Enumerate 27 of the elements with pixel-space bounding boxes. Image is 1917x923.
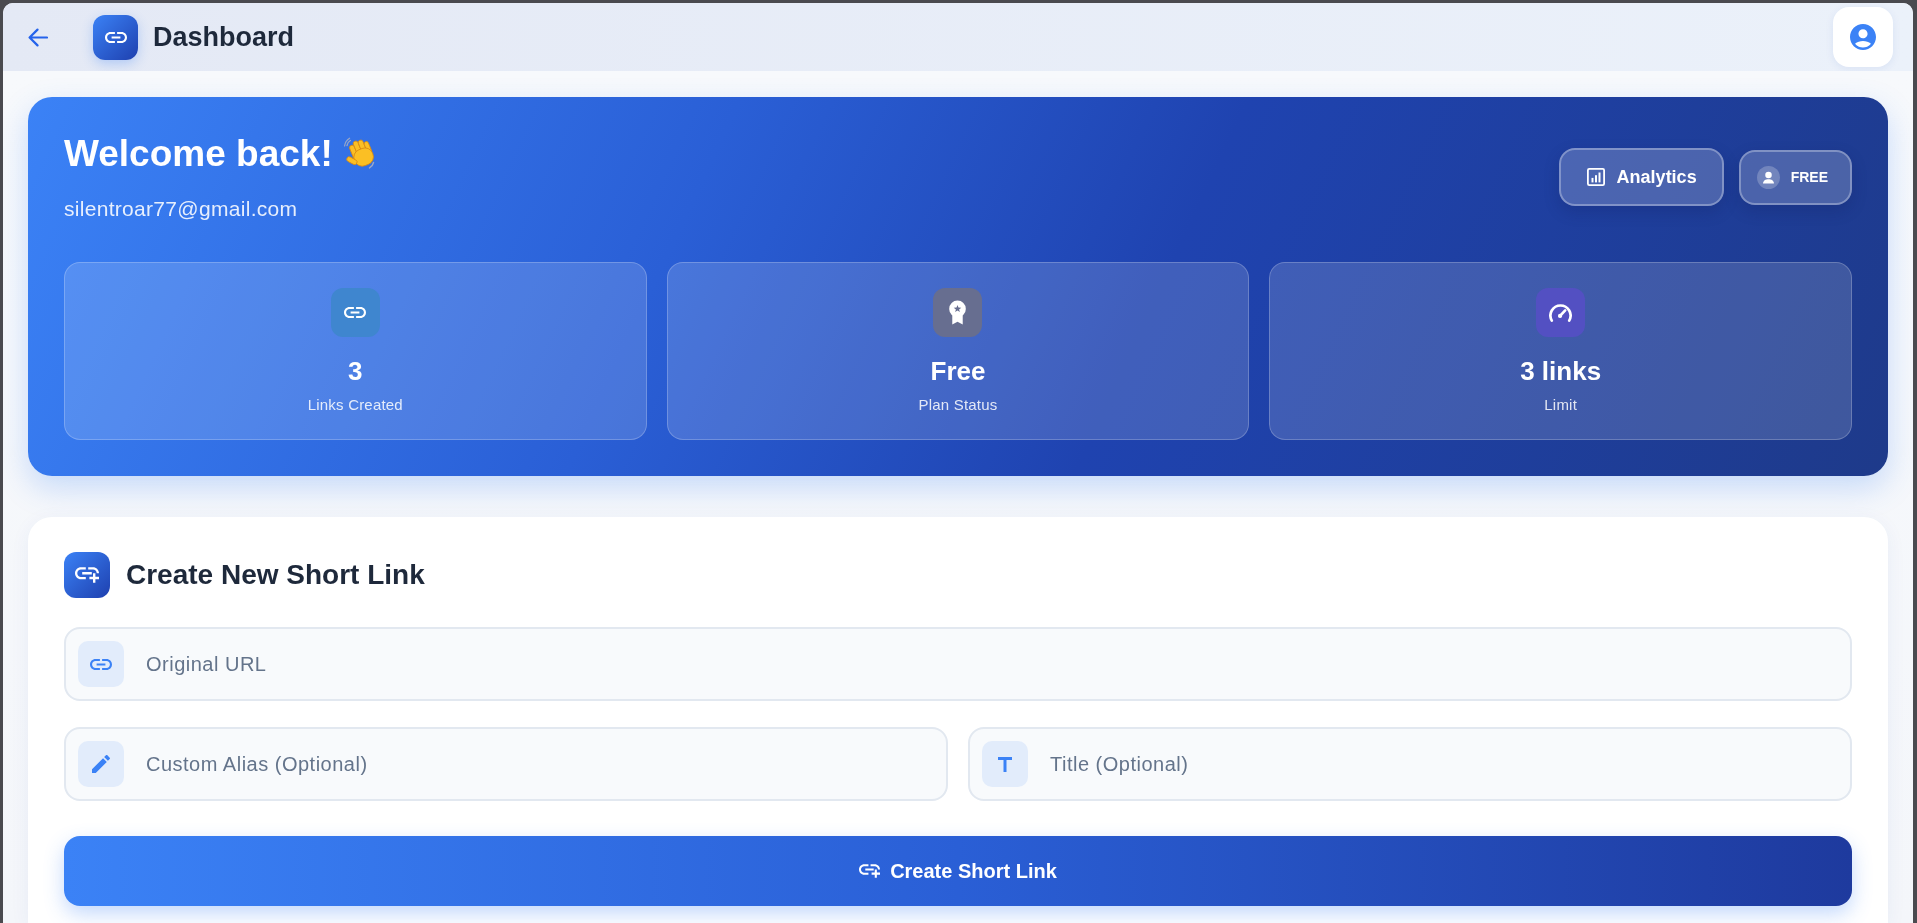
person-icon	[1756, 165, 1780, 189]
form-title: Create New Short Link	[126, 558, 425, 592]
user-email: silentroar77@gmail.com	[64, 196, 299, 222]
link-icon	[78, 641, 124, 687]
stat-label: Plan Status	[918, 396, 998, 413]
stat-value: Free	[930, 357, 986, 386]
profile-button[interactable]	[1833, 7, 1893, 67]
plan-button[interactable]: FREE	[1738, 149, 1852, 205]
add-link-icon	[859, 864, 881, 878]
create-link-button[interactable]: Create Short Link	[64, 836, 1852, 906]
stat-value: 3 links	[1520, 357, 1602, 386]
add-link-icon	[64, 552, 110, 598]
account-icon	[1850, 24, 1876, 50]
analytics-button[interactable]: Analytics	[1558, 148, 1724, 206]
stat-value: 3	[348, 357, 363, 386]
text-icon	[982, 741, 1028, 787]
page-title: Dashboard	[153, 20, 295, 54]
welcome-heading: Welcome back!	[64, 132, 333, 175]
pencil-icon	[78, 741, 124, 787]
link-icon	[93, 14, 138, 60]
back-arrow-icon[interactable]	[28, 27, 48, 47]
title-field[interactable]: Title (Optional)	[968, 727, 1852, 801]
alias-field[interactable]: Custom Alias (Optional)	[64, 727, 948, 801]
bar-chart-icon	[1586, 168, 1605, 186]
stat-label: Limit	[1544, 396, 1577, 413]
stat-label: Links Created	[307, 396, 403, 413]
url-field[interactable]: Original URL	[64, 627, 1852, 701]
